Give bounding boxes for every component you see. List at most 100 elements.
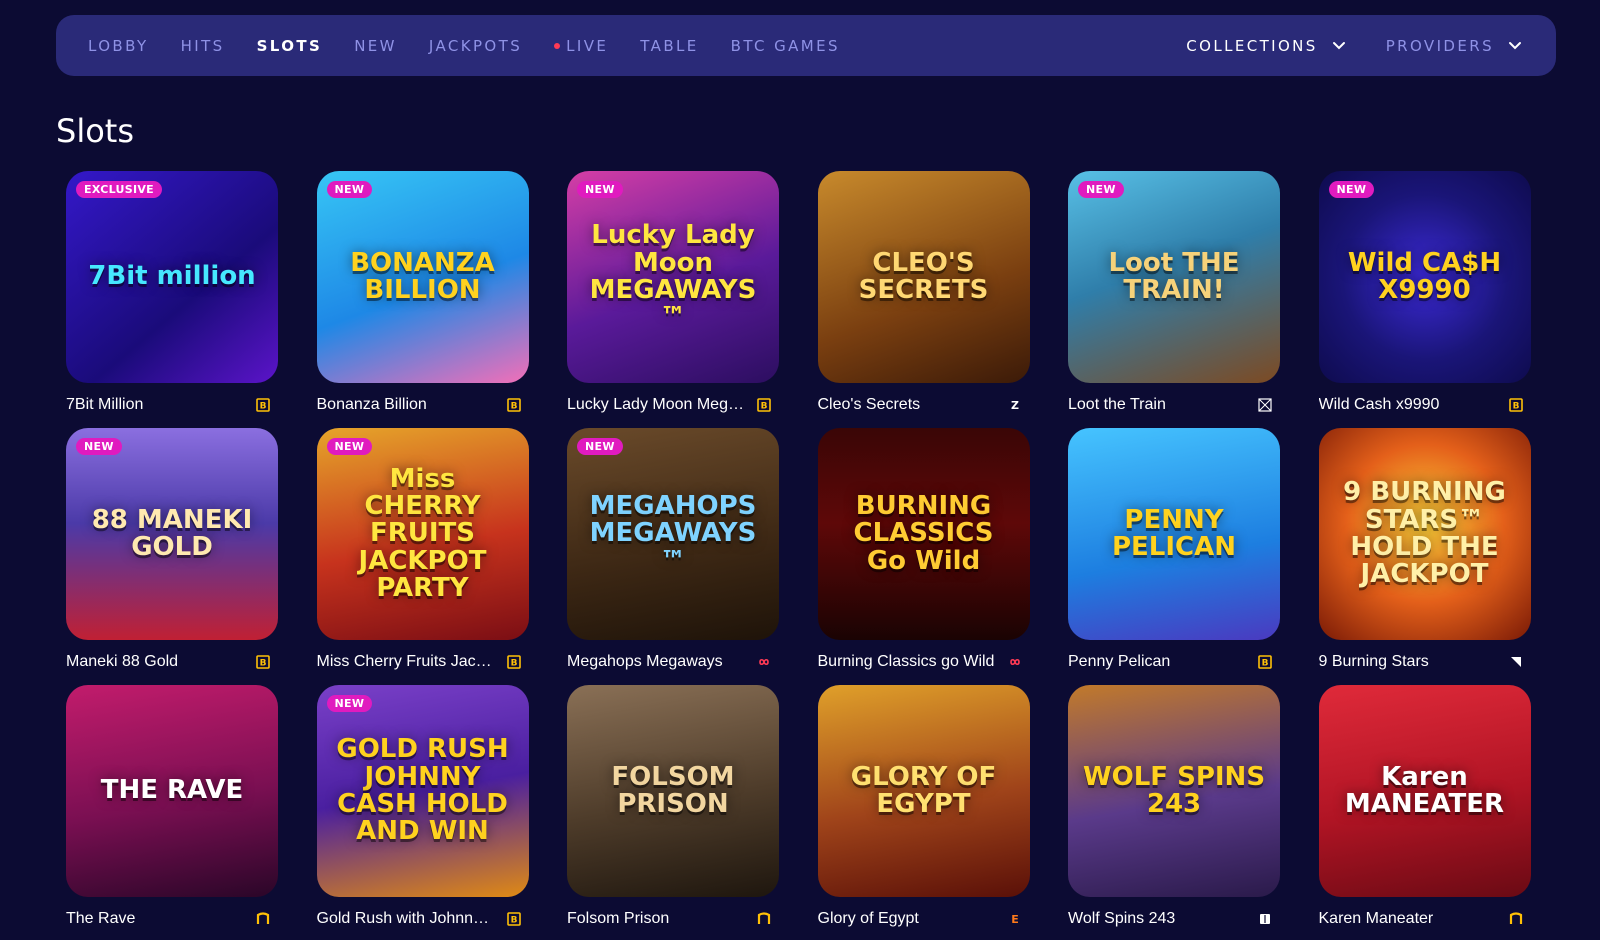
new-badge: NEW <box>577 181 623 198</box>
game-card[interactable]: GLORY OF EGYPT Glory of Egypt E <box>817 685 1030 928</box>
provider-logo: B <box>506 398 521 412</box>
nav-tab-live[interactable]: LIVE <box>554 37 608 55</box>
game-card[interactable]: BURNING CLASSICS Go Wild Burning Classics… <box>817 428 1030 671</box>
game-name[interactable]: 7Bit Million <box>66 396 143 414</box>
game-thumbnail[interactable]: PENNY PELICAN <box>1068 428 1280 640</box>
game-name[interactable]: Maneki 88 Gold <box>66 653 178 671</box>
new-badge: NEW <box>1078 181 1124 198</box>
game-card[interactable]: Loot THE TRAIN! NEW Loot the Train <box>1068 171 1280 414</box>
game-thumbnail[interactable]: GOLD RUSH JOHNNY CASH HOLD AND WIN NEW <box>316 685 529 897</box>
provider-logo <box>757 655 771 669</box>
game-card[interactable]: Miss CHERRY FRUITS JACKPOT PARTY NEW Miss … <box>316 428 529 671</box>
nav-tab-label: JACKPOTS <box>428 36 523 55</box>
provider-b-icon: B <box>506 655 521 669</box>
game-name[interactable]: Karen Maneater <box>1319 910 1434 928</box>
game-thumbnail[interactable]: Wild CA$H X9990 NEW <box>1318 171 1531 383</box>
nav-tab-new[interactable]: NEW <box>354 37 397 55</box>
provider-b-icon: B <box>506 398 521 412</box>
game-card[interactable]: Lucky Lady Moon MEGAWAYS™ NEW Lucky Lady M… <box>567 171 779 414</box>
game-name[interactable]: Glory of Egypt <box>818 910 919 928</box>
svg-text:B: B <box>510 916 517 926</box>
nav-tab-btc-games[interactable]: BTC GAMES <box>731 37 840 55</box>
game-thumbnail[interactable]: 88 MANEKI GOLD NEW <box>66 428 278 640</box>
provider-b-icon: B <box>1508 398 1523 412</box>
provider-logo: B <box>1508 398 1523 412</box>
game-name[interactable]: The Rave <box>66 910 135 928</box>
game-thumbnail[interactable]: MEGAHOPS MEGAWAYS™ NEW <box>567 428 779 640</box>
game-thumbnail[interactable]: 7Bit million EXCLUSIVE <box>66 171 278 383</box>
game-art-title: WOLF SPINS 243 <box>1082 761 1266 819</box>
game-card[interactable]: MEGAHOPS MEGAWAYS™ NEW Megahops Megaways <box>567 428 779 671</box>
new-badge: NEW <box>326 181 373 198</box>
game-name[interactable]: Megahops Megaways <box>567 653 723 671</box>
provider-logo <box>1509 912 1523 926</box>
game-thumbnail[interactable]: Miss CHERRY FRUITS JACKPOT PARTY NEW <box>316 428 529 640</box>
game-art-title: 9 BURNING STARS™ HOLD THE JACKPOT <box>1343 477 1506 590</box>
game-art-title: GLORY OF EGYPT <box>850 761 997 819</box>
game-meta: Loot the Train <box>1068 396 1280 414</box>
game-name[interactable]: Penny Pelican <box>1068 653 1170 671</box>
game-name[interactable]: Burning Classics go Wild <box>818 653 995 671</box>
game-name[interactable]: Lucky Lady Moon Mega... <box>567 396 747 414</box>
nav-tab-lobby[interactable]: LOBBY <box>88 37 149 55</box>
svg-text:B: B <box>761 402 768 412</box>
nav-tab-label: NEW <box>354 36 397 55</box>
game-name[interactable]: 9 Burning Stars <box>1319 653 1429 671</box>
nav-tab-table[interactable]: TABLE <box>640 37 698 55</box>
game-card[interactable]: CLEO'S SECRETS Cleo's Secrets Z <box>817 171 1030 414</box>
provider-logo: B <box>256 655 270 669</box>
game-card[interactable]: WOLF SPINS 243 Wolf Spins 243 <box>1068 685 1280 928</box>
game-thumbnail[interactable]: Loot THE TRAIN! NEW <box>1068 171 1280 383</box>
game-card[interactable]: Wild CA$H X9990 NEW Wild Cash x9990 B <box>1318 171 1531 414</box>
svg-text:B: B <box>510 659 517 669</box>
collections-dropdown[interactable]: COLLECTIONS <box>1186 37 1347 55</box>
game-name[interactable]: Folsom Prison <box>567 910 669 928</box>
game-card[interactable]: 7Bit million EXCLUSIVE 7Bit Million B <box>66 171 278 414</box>
svg-text:B: B <box>260 402 267 412</box>
game-thumbnail[interactable]: Lucky Lady Moon MEGAWAYS™ NEW <box>567 171 779 383</box>
game-art-title: BURNING CLASSICS Go Wild <box>853 491 994 576</box>
game-thumbnail[interactable]: WOLF SPINS 243 <box>1068 685 1280 897</box>
game-name[interactable]: Bonanza Billion <box>317 396 427 414</box>
nav-tab-label: HITS <box>180 36 225 55</box>
game-card[interactable]: PENNY PELICAN Penny Pelican B <box>1068 428 1280 671</box>
game-name[interactable]: Gold Rush with Johnny ... <box>317 910 497 928</box>
nav-tab-jackpots[interactable]: JACKPOTS <box>429 37 522 55</box>
svg-text:B: B <box>1512 402 1519 412</box>
game-thumbnail[interactable]: FOLSOM PRISON <box>567 685 779 897</box>
game-card[interactable]: 9 BURNING STARS™ HOLD THE JACKPOT 9 Burni… <box>1318 428 1531 671</box>
game-card[interactable]: BONANZA BILLION NEW Bonanza Billion B <box>316 171 529 414</box>
provider-b-icon: B <box>256 398 270 412</box>
game-name[interactable]: Miss Cherry Fruits Jackp... <box>317 653 497 671</box>
game-name[interactable]: Loot the Train <box>1068 396 1166 414</box>
game-name[interactable]: Wild Cash x9990 <box>1319 396 1440 414</box>
page-title: Slots <box>56 112 134 150</box>
provider-logo: B <box>757 398 771 412</box>
game-thumbnail[interactable]: BONANZA BILLION NEW <box>316 171 529 383</box>
game-name[interactable]: Cleo's Secrets <box>818 396 921 414</box>
games-grid: 7Bit million EXCLUSIVE 7Bit Million B BONANZ… <box>66 171 1531 928</box>
game-meta: The Rave <box>66 910 278 928</box>
nav-tab-slots[interactable]: SLOTS <box>257 37 323 55</box>
nav-tab-hits[interactable]: HITS <box>181 37 225 55</box>
game-thumbnail[interactable]: CLEO'S SECRETS <box>817 171 1030 383</box>
game-meta: Karen Maneater <box>1319 910 1531 928</box>
game-card[interactable]: GOLD RUSH JOHNNY CASH HOLD AND WIN NEW Gol… <box>316 685 529 928</box>
providers-dropdown[interactable]: PROVIDERS <box>1386 37 1524 55</box>
game-thumbnail[interactable]: THE RAVE <box>66 685 278 897</box>
game-card[interactable]: 88 MANEKI GOLD NEW Maneki 88 Gold B <box>66 428 278 671</box>
game-card[interactable]: Karen MANEATER Karen Maneater <box>1318 685 1531 928</box>
provider-b-icon: B <box>256 655 270 669</box>
svg-text:Z: Z <box>1011 399 1019 412</box>
game-name[interactable]: Wolf Spins 243 <box>1068 910 1175 928</box>
game-thumbnail[interactable]: BURNING CLASSICS Go Wild <box>817 428 1030 640</box>
game-meta: Folsom Prison <box>567 910 779 928</box>
game-card[interactable]: FOLSOM PRISON Folsom Prison <box>567 685 779 928</box>
game-thumbnail[interactable]: GLORY OF EGYPT <box>817 685 1030 897</box>
game-thumbnail[interactable]: Karen MANEATER <box>1318 685 1531 897</box>
game-card[interactable]: THE RAVE The Rave <box>66 685 278 928</box>
nav-dropdowns: COLLECTIONS PROVIDERS <box>1148 37 1524 55</box>
nav-tabs: LOBBY HITS SLOTS NEW JACKPOTS LIVE TABLE BTC GA… <box>88 37 872 55</box>
game-meta: Miss Cherry Fruits Jackp... B <box>317 653 529 671</box>
game-thumbnail[interactable]: 9 BURNING STARS™ HOLD THE JACKPOT <box>1318 428 1531 640</box>
